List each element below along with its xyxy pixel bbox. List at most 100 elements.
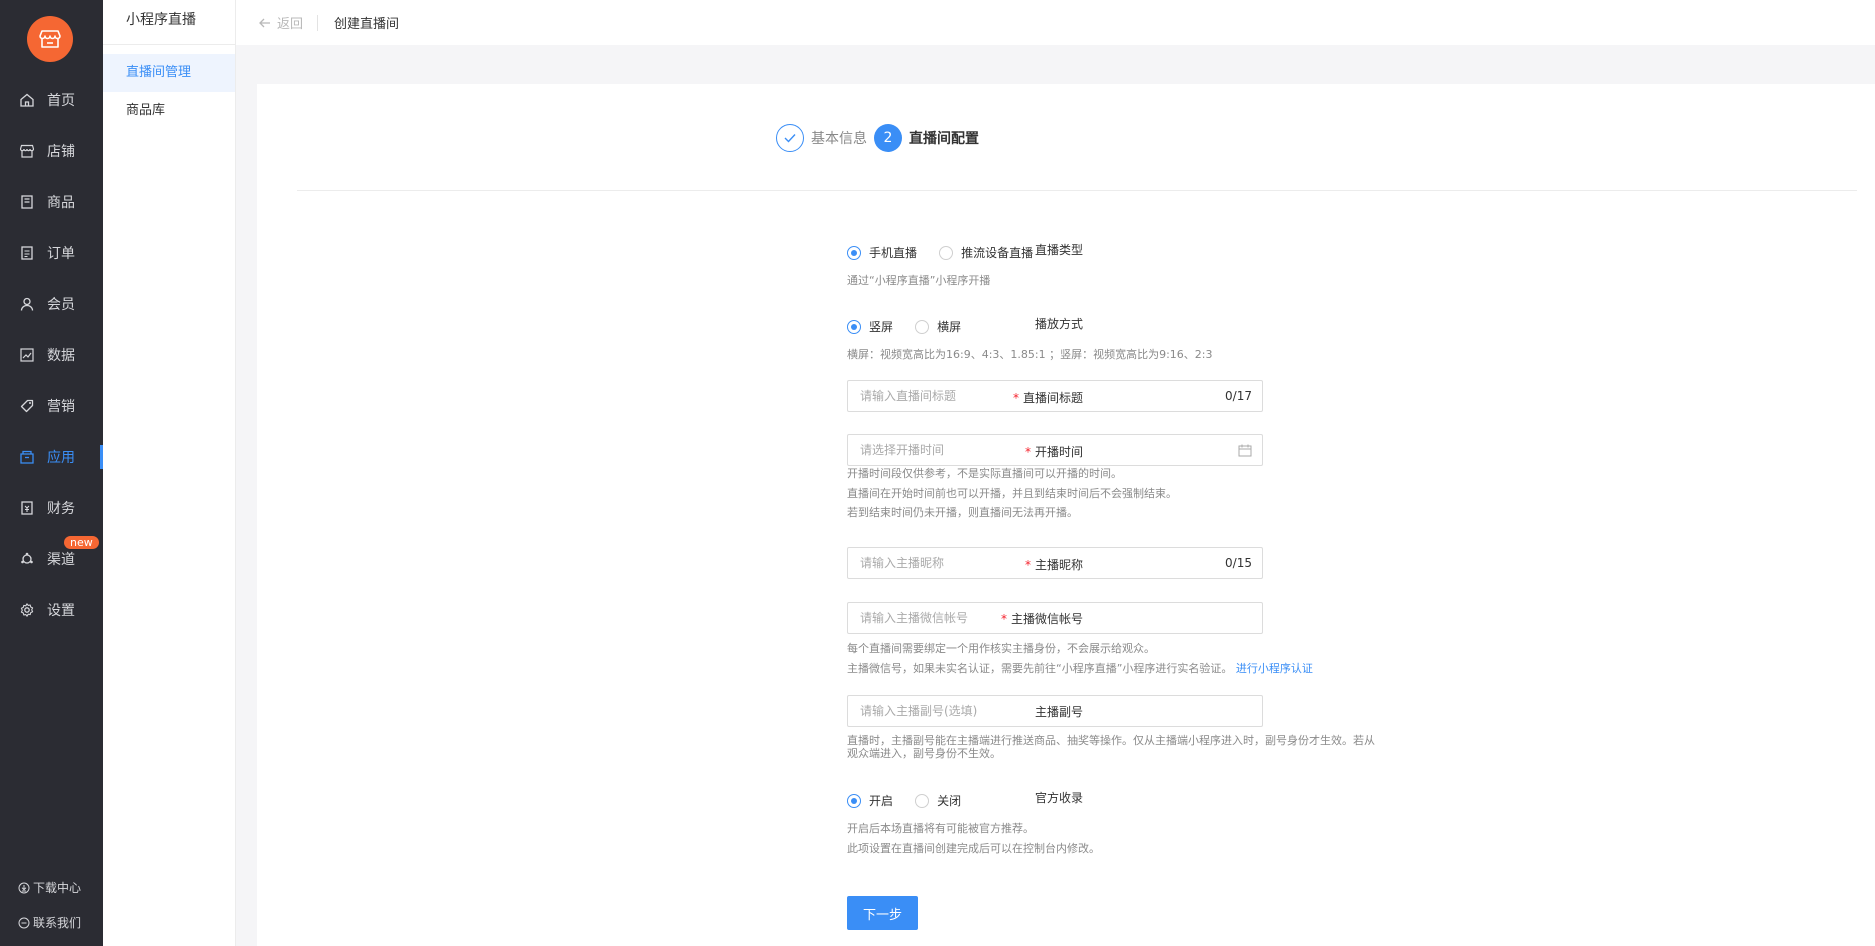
step-2-label: 直播间配置 [909,131,979,147]
radio-official-off[interactable]: 关闭 [915,792,961,809]
main-nav: 首页 店铺 商品 订单 会员 数据 营销 应用 财务 渠道 new 设置 下载中… [0,0,103,946]
nav-item-finance[interactable]: 财务 [0,482,103,533]
goods-icon [19,194,35,210]
play-mode-radio-group: 竖屏 横屏 [847,318,979,338]
step-1-label: 基本信息 [811,131,867,147]
start-time-input[interactable] [848,435,1262,465]
new-badge: new [64,536,99,549]
start-time-picker [847,434,1263,466]
nav-item-label: 营销 [47,398,75,415]
nav-item-label: 会员 [47,296,75,313]
radio-label: 手机直播 [869,246,918,260]
radio-portrait[interactable]: 竖屏 [847,318,893,335]
sub-anchor-input[interactable] [848,696,1262,726]
sub-sidebar: 小程序直播 直播间管理 商品库 [103,0,236,946]
contact-us-label: 联系我们 [33,916,82,930]
download-icon [18,882,30,894]
radio-label: 关闭 [937,794,962,808]
nav-item-apps[interactable]: 应用 [0,431,103,482]
start-time-hint-1: 开播时间段仅供参考，不是实际直播间可以开播的时间。 [847,467,1122,480]
nav-item-label: 订单 [47,245,75,262]
sub-anchor-hint: 直播时，主播副号能在主播端进行推送商品、抽奖等操作。仅从主播端小程序进入时，副号… [847,734,1375,760]
official-radio-group: 开启 关闭 [847,792,979,812]
sub-anchor-hint-line-1: 直播时，主播副号能在主播端进行推送商品、抽奖等操作。仅从主播端小程序进入时，副号… [847,734,1375,747]
order-icon [19,245,35,261]
nav-item-store[interactable]: 店铺 [0,125,103,176]
radio-official-on[interactable]: 开启 [847,792,893,809]
nav-item-member[interactable]: 会员 [0,278,103,329]
radio-unchecked-icon [915,319,930,334]
nav-item-label: 设置 [47,602,75,619]
radio-checked-icon [847,319,861,334]
nav-item-data[interactable]: 数据 [0,329,103,380]
nav-item-goods[interactable]: 商品 [0,176,103,227]
anchor-wechat-input-box [847,602,1263,634]
radio-label: 推流设备直播 [961,246,1034,260]
anchor-wechat-hint-1: 每个直播间需要绑定一个用作核实主播身份，不会展示给观众。 [847,642,1155,655]
radio-landscape[interactable]: 横屏 [915,318,961,335]
live-type-hint: 通过“小程序直播”小程序开播 [847,274,991,287]
form-card: 基本信息 2 直播间配置 直播类型 手机直播 推流设备直播 通过“小程序直播”小… [257,84,1875,946]
page-title: 创建直播间 [334,17,400,32]
steps: 基本信息 2 直播间配置 [776,124,986,152]
sub-item-product-library[interactable]: 商品库 [103,92,235,130]
radio-checked-icon [847,793,861,808]
anchor-name-char-count: 0/15 [1225,556,1252,570]
start-time-hint-3: 若到结束时间仍未开播，则直播间无法再开播。 [847,506,1078,519]
radio-mobile-live[interactable]: 手机直播 [847,244,917,261]
official-hint-2: 此项设置在直播间创建完成后可以在控制台内修改。 [847,841,1100,855]
back-button[interactable]: 返回 [259,13,303,32]
anchor-wechat-input[interactable] [848,603,1262,633]
nav-item-label: 数据 [47,347,75,364]
nav-item-label: 首页 [47,92,75,109]
next-step-button[interactable]: 下一步 [847,896,918,930]
title-input[interactable] [848,381,1262,411]
play-mode-hint: 横屏：视频宽高比为16:9、4:3、1.85:1 ；竖屏：视频宽高比为9:16、… [847,348,1213,361]
store-logo-icon[interactable] [27,16,73,62]
chart-icon [19,347,35,363]
radio-checked-icon [847,245,861,260]
nav-item-label: 财务 [47,500,75,517]
step-2-number: 2 [874,124,902,152]
live-type-radio-group: 手机直播 推流设备直播 [847,244,1051,264]
download-center-link[interactable]: 下载中心 [18,879,81,896]
nav-item-order[interactable]: 订单 [0,227,103,278]
top-bar: 返回 创建直播间 [236,0,1875,45]
step-1-check-icon [776,124,804,152]
sub-anchor-hint-line-2: 观众端进入，副号身份不生效。 [847,747,1001,760]
anchor-wechat-hints: 每个直播间需要绑定一个用作核实主播身份，不会展示给观众。 主播微信号，如果未实名… [847,639,1313,678]
mini-program-auth-link[interactable]: 进行小程序认证 [1236,662,1313,675]
home-icon [19,92,35,108]
radio-label: 竖屏 [869,320,894,334]
calendar-icon[interactable] [1238,444,1252,457]
nav-item-channel[interactable]: 渠道 new [0,533,103,584]
store-icon [19,143,35,159]
download-center-label: 下载中心 [33,881,82,895]
title-char-count: 0/17 [1225,389,1252,403]
radio-label: 横屏 [937,320,962,334]
official-hint-1: 开启后本场直播将有可能被官方推荐。 [847,822,1034,835]
nav-item-label: 商品 [47,194,75,211]
tag-icon [19,398,35,414]
official-label: 官方收录 [1034,791,1083,805]
sub-item-live-room-management[interactable]: 直播间管理 [103,54,235,92]
finance-icon [19,500,35,516]
contact-us-link[interactable]: 联系我们 [18,914,81,931]
chat-icon [18,917,30,929]
nav-item-label: 店铺 [47,143,75,160]
anchor-name-input[interactable] [848,548,1262,578]
play-mode-label: 播放方式 [1034,317,1083,331]
nav-item-home[interactable]: 首页 [0,74,103,125]
back-label: 返回 [277,17,304,32]
divider [317,14,319,31]
nav-item-marketing[interactable]: 营销 [0,380,103,431]
radio-unchecked-icon [915,793,930,808]
nav-item-settings[interactable]: 设置 [0,584,103,635]
radio-push-device-live[interactable]: 推流设备直播 [939,244,1033,261]
start-time-hints: 开播时间段仅供参考，不是实际直播间可以开播的时间。 直播间在开始时间前也可以开播… [847,464,1177,523]
settings-icon [19,602,35,618]
radio-unchecked-icon [939,245,954,260]
radio-label: 开启 [869,794,894,808]
arrow-left-icon [259,18,271,28]
nav-item-label: 应用 [47,449,75,466]
